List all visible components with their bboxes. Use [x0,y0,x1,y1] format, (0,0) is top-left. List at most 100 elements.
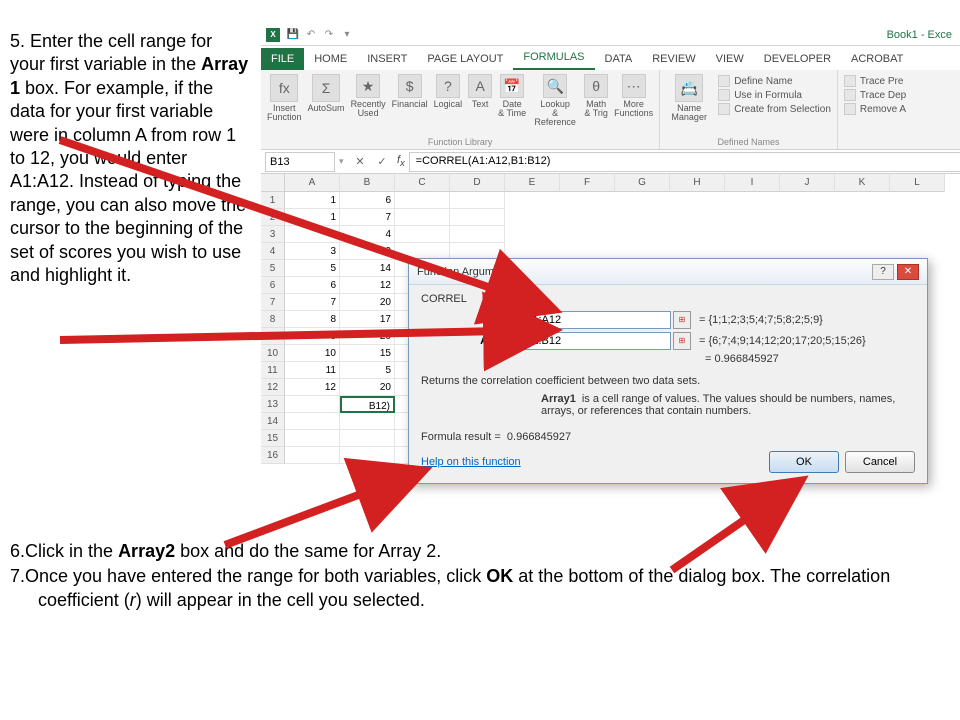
cell-B6[interactable]: 12 [340,277,395,294]
cell-B1[interactable]: 6 [340,192,395,209]
ribbon-insert-function-button[interactable]: fxInsertFunction [267,74,302,127]
col-header-F[interactable]: F [560,174,615,192]
row-header-4[interactable]: 4 [261,243,285,260]
row-header-9[interactable]: 9 [261,328,285,345]
cell-C1[interactable] [395,192,450,209]
ribbon-financial-button[interactable]: $Financial [392,74,428,127]
fx-icon[interactable]: fx [397,154,405,168]
cell-A7[interactable]: 7 [285,294,340,311]
row-header-16[interactable]: 16 [261,447,285,464]
cell-B3[interactable]: 4 [340,226,395,243]
cell-D2[interactable] [450,209,505,226]
ribbon-use-in-formula-button[interactable]: Use in Formula [718,88,831,102]
namebox-dropdown-icon[interactable]: ▾ [339,156,349,167]
cell-A16[interactable] [285,447,340,464]
cell-B13[interactable]: B12) [340,396,395,413]
cell-B10[interactable]: 15 [340,345,395,362]
cell-A5[interactable]: 5 [285,260,340,277]
ribbon-trace-pre-button[interactable]: Trace Pre [844,74,906,88]
array2-ref-button[interactable]: ⊞ [673,332,691,350]
row-header-7[interactable]: 7 [261,294,285,311]
cell-A1[interactable]: 1 [285,192,340,209]
help-link[interactable]: Help on this function [421,456,521,468]
array1-input[interactable] [521,311,671,329]
tab-data[interactable]: DATA [595,48,643,70]
qat-dropdown-icon[interactable]: ▾ [340,28,354,42]
tab-file[interactable]: FILE [261,48,304,70]
col-header-D[interactable]: D [450,174,505,192]
col-header-E[interactable]: E [505,174,560,192]
cell-D1[interactable] [450,192,505,209]
ribbon-date-time-button[interactable]: 📅Date& Time [498,74,526,127]
cell-B4[interactable]: 9 [340,243,395,260]
col-header-I[interactable]: I [725,174,780,192]
accept-formula-icon[interactable]: ✓ [373,153,391,171]
cell-B11[interactable]: 5 [340,362,395,379]
row-header-12[interactable]: 12 [261,379,285,396]
tab-formulas[interactable]: FORMULAS [513,46,594,70]
col-header-C[interactable]: C [395,174,450,192]
cell-A13[interactable] [285,396,340,413]
row-header-6[interactable]: 6 [261,277,285,294]
col-header-B[interactable]: B [340,174,395,192]
col-header-A[interactable]: A [285,174,340,192]
ribbon-define-name-button[interactable]: Define Name [718,74,831,88]
row-header-15[interactable]: 15 [261,430,285,447]
name-manager-button[interactable]: 📇 Name Manager [666,74,712,122]
cell-A8[interactable]: 8 [285,311,340,328]
cell-B2[interactable]: 7 [340,209,395,226]
cell-B8[interactable]: 17 [340,311,395,328]
array1-ref-button[interactable]: ⊞ [673,311,691,329]
row-header-10[interactable]: 10 [261,345,285,362]
save-icon[interactable]: 💾 [286,28,300,42]
formula-bar[interactable]: =CORREL(A1:A12,B1:B12) [409,152,960,172]
cell-A12[interactable]: 12 [285,379,340,396]
name-box[interactable] [265,152,335,172]
cell-A15[interactable] [285,430,340,447]
cell-B7[interactable]: 20 [340,294,395,311]
ribbon-text-button[interactable]: AText [468,74,492,127]
col-header-J[interactable]: J [780,174,835,192]
col-header-L[interactable]: L [890,174,945,192]
cell-C2[interactable] [395,209,450,226]
col-header-H[interactable]: H [670,174,725,192]
ribbon-trace-dep-button[interactable]: Trace Dep [844,88,906,102]
close-button[interactable]: ✕ [897,264,919,280]
cancel-formula-icon[interactable]: ✕ [351,153,369,171]
col-header-G[interactable]: G [615,174,670,192]
cell-A2[interactable]: 1 [285,209,340,226]
ribbon-more-functions-button[interactable]: ⋯MoreFunctions [614,74,653,127]
row-header-5[interactable]: 5 [261,260,285,277]
undo-icon[interactable]: ↶ [304,28,318,42]
cell-B15[interactable] [340,430,395,447]
cell-B5[interactable]: 14 [340,260,395,277]
cell-B14[interactable] [340,413,395,430]
redo-icon[interactable]: ↷ [322,28,336,42]
cell-A6[interactable]: 6 [285,277,340,294]
cell-D3[interactable] [450,226,505,243]
cell-A9[interactable]: 9 [285,328,340,345]
tab-review[interactable]: REVIEW [642,48,705,70]
select-all-corner[interactable] [261,174,285,192]
row-header-14[interactable]: 14 [261,413,285,430]
ribbon-logical-button[interactable]: ?Logical [434,74,463,127]
ribbon-remove-a-button[interactable]: Remove A [844,102,906,116]
tab-view[interactable]: VIEW [706,48,754,70]
ribbon-recently-used-button[interactable]: ★RecentlyUsed [351,74,386,127]
cancel-button[interactable]: Cancel [845,451,915,473]
tab-page-layout[interactable]: PAGE LAYOUT [417,48,513,70]
tab-home[interactable]: HOME [304,48,357,70]
cell-A3[interactable]: 2 [285,226,340,243]
cell-B16[interactable] [340,447,395,464]
array2-input[interactable] [521,332,671,350]
cell-C3[interactable] [395,226,450,243]
cell-A4[interactable]: 3 [285,243,340,260]
ok-button[interactable]: OK [769,451,839,473]
dialog-titlebar[interactable]: Function Arguments ? ✕ [409,259,927,285]
cell-A11[interactable]: 11 [285,362,340,379]
ribbon-autosum-button[interactable]: ΣAutoSum [308,74,345,127]
row-header-3[interactable]: 3 [261,226,285,243]
row-header-1[interactable]: 1 [261,192,285,209]
tab-insert[interactable]: INSERT [357,48,417,70]
tab-acrobat[interactable]: Acrobat [841,48,913,70]
